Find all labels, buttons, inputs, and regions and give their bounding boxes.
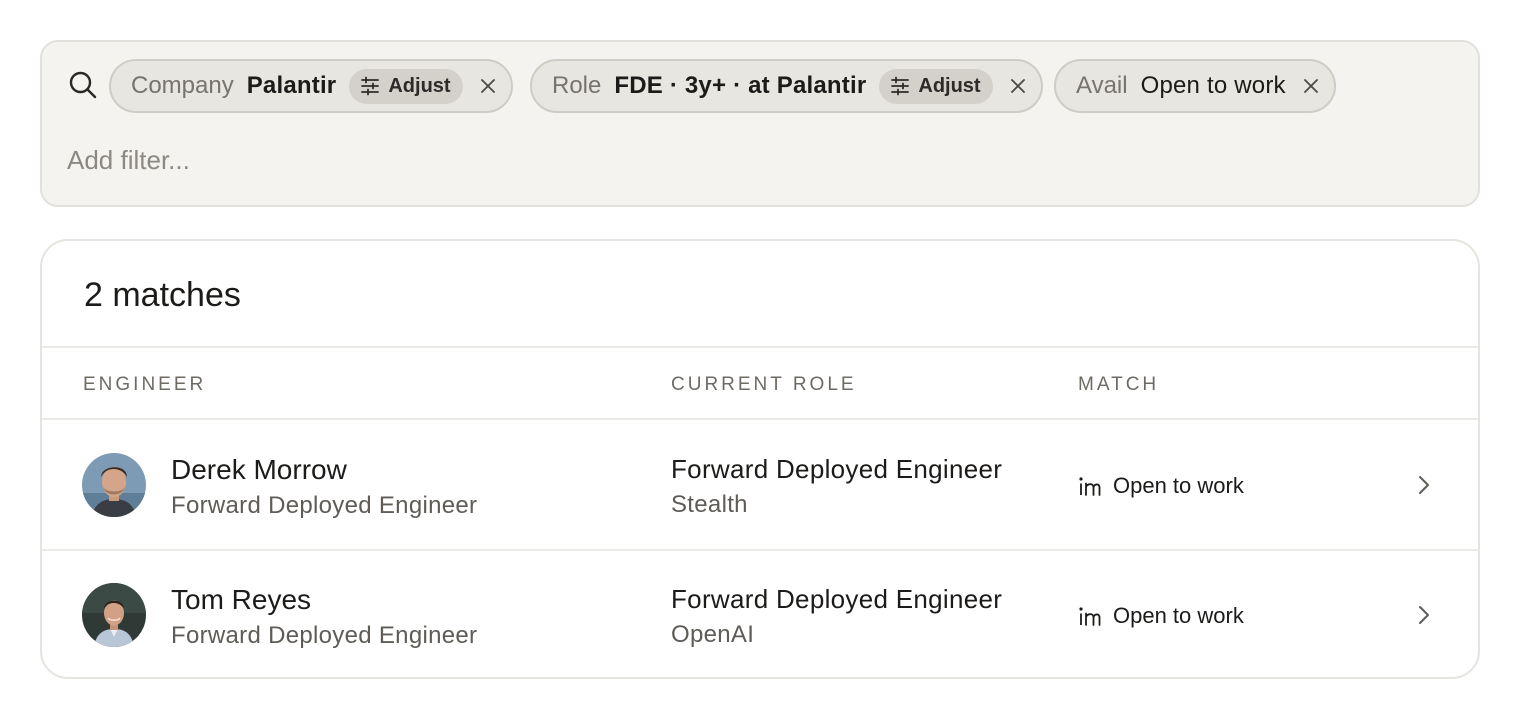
add-filter-input[interactable] (67, 140, 667, 180)
chip-key: Avail (1076, 72, 1128, 99)
adjust-button[interactable]: Adjust (349, 68, 463, 104)
match-label: Open to work (1113, 473, 1244, 498)
divider (42, 346, 1478, 348)
chevron-right-icon[interactable] (1414, 603, 1434, 627)
chip-value: Palantir (246, 72, 337, 99)
engineer-title: Forward Deployed Engineer (171, 492, 478, 519)
avatar (82, 453, 146, 517)
match-status: Open to work (1078, 603, 1244, 629)
results-card: 2 matches ENGINEER CURRENT ROLE MATCH De… (40, 239, 1480, 679)
chevron-right-icon[interactable] (1414, 473, 1434, 497)
engineer-name[interactable]: Derek Morrow (171, 454, 347, 486)
linkedin-icon (1079, 476, 1101, 496)
table-row[interactable]: Tom Reyes Forward Deployed Engineer Forw… (42, 550, 1478, 677)
results-count: 2 matches (84, 276, 241, 314)
filter-chip-company[interactable]: Company Palantir Adjust (109, 59, 513, 113)
close-icon[interactable] (1300, 75, 1322, 97)
close-icon[interactable] (477, 75, 499, 97)
search-icon (68, 70, 98, 100)
sliders-icon (891, 76, 910, 96)
sliders-icon (361, 76, 380, 96)
adjust-label: Adjust (918, 74, 981, 97)
chip-value: FDE · 3y+ · at Palantir (614, 72, 867, 99)
linkedin-icon (1079, 606, 1101, 626)
filter-chip-availability[interactable]: Avail Open to work (1054, 59, 1336, 113)
column-header-engineer: ENGINEER (83, 374, 207, 395)
column-header-current-role: CURRENT ROLE (671, 374, 857, 395)
close-icon[interactable] (1007, 75, 1029, 97)
column-header-match: MATCH (1078, 374, 1160, 395)
chip-key: Role (552, 72, 602, 99)
current-role-title: Forward Deployed Engineer (671, 454, 1003, 484)
match-status: Open to work (1078, 473, 1244, 499)
current-role-company: OpenAI (671, 621, 755, 648)
match-label: Open to work (1113, 603, 1244, 628)
chip-key: Company (131, 72, 234, 99)
current-role-company: Stealth (671, 491, 748, 518)
chip-value: Open to work (1140, 72, 1286, 99)
table-row[interactable]: Derek Morrow Forward Deployed Engineer F… (42, 420, 1478, 550)
engineer-title: Forward Deployed Engineer (171, 622, 478, 649)
filter-panel: Company Palantir Adjust Role FDE · 3y+ ·… (40, 40, 1480, 207)
adjust-label: Adjust (388, 74, 451, 97)
current-role-title: Forward Deployed Engineer (671, 584, 1003, 614)
engineer-name[interactable]: Tom Reyes (171, 584, 311, 616)
avatar (82, 583, 146, 647)
filter-chip-role[interactable]: Role FDE · 3y+ · at Palantir Adjust (530, 59, 1043, 113)
adjust-button[interactable]: Adjust (879, 68, 993, 104)
